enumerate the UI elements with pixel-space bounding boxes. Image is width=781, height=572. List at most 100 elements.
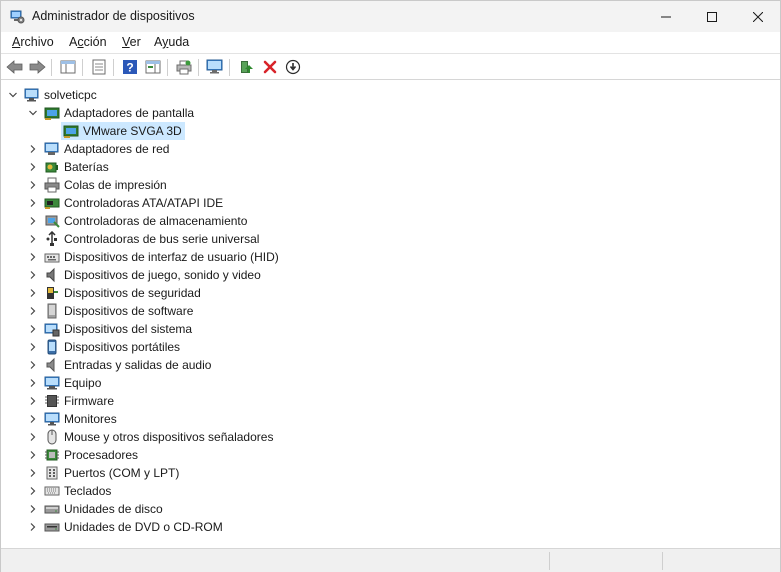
tree-device-vmware-svga-3d[interactable]: VMware SVGA 3D (45, 122, 185, 140)
forward-button[interactable] (27, 57, 47, 77)
minimize-button[interactable] (643, 1, 689, 32)
tree-category-puertos-com-y-lpt[interactable]: Puertos (COM y LPT) (28, 464, 179, 482)
tree-category-dispositivos-de-software[interactable]: Dispositivos de software (28, 302, 193, 320)
tree-category-dispositivos-de-juego-sonido-y-video[interactable]: Dispositivos de juego, sonido y video (28, 266, 261, 284)
toolbar-separator (229, 59, 230, 76)
tree-root[interactable]: solveticpc (8, 86, 97, 104)
tree-category-dispositivos-de-interfaz-de-usuario-hid[interactable]: Dispositivos de interfaz de usuario (HID… (28, 248, 279, 266)
tree-category-label: Controladoras de bus serie universal (64, 232, 260, 246)
tree-category-unidades-de-disco[interactable]: Unidades de disco (28, 500, 163, 518)
tree-category-label: Unidades de DVD o CD-ROM (64, 520, 223, 534)
update-driver-icon (241, 61, 253, 73)
chevron-right-icon[interactable] (28, 234, 38, 244)
monitor-icon (44, 411, 60, 427)
tree-category-label: Procesadores (64, 448, 139, 462)
toolbar-separator (113, 59, 114, 76)
close-button[interactable] (735, 1, 781, 32)
toolbar: ? (1, 55, 780, 80)
properties-button[interactable] (89, 57, 109, 77)
chevron-right-icon[interactable] (28, 432, 38, 442)
tree-category-teclados[interactable]: Teclados (28, 482, 111, 500)
chevron-right-icon[interactable] (28, 360, 38, 370)
tree-category-monitores[interactable]: Monitores (28, 410, 117, 428)
tree-category-unidades-de-dvd-o-cd-rom[interactable]: Unidades de DVD o CD-ROM (28, 518, 223, 536)
tree-category-label: Equipo (64, 376, 102, 390)
network-adapter-icon (44, 141, 60, 157)
storage-controller-icon (44, 213, 60, 229)
tree-category-mouse-y-otros-dispositivos-senaladores[interactable]: Mouse y otros dispositivos señaladores (28, 428, 273, 446)
chevron-down-icon[interactable] (8, 90, 18, 100)
tree-category-equipo[interactable]: Equipo (28, 374, 101, 392)
tree-category-controladoras-de-almacenamiento[interactable]: Controladoras de almacenamiento (28, 212, 247, 230)
chevron-right-icon[interactable] (28, 198, 38, 208)
tree-category-colas-de-impresion[interactable]: Colas de impresión (28, 176, 167, 194)
tree-category-baterias[interactable]: Baterías (28, 158, 109, 176)
back-arrow-icon (6, 60, 23, 74)
ide-controller-icon (44, 195, 60, 211)
tree-category-label: Dispositivos de juego, sonido y video (64, 268, 261, 282)
action-pane-button[interactable] (143, 57, 163, 77)
print-button[interactable] (174, 57, 194, 77)
system-device-icon (44, 321, 60, 337)
device-manager-window: Administrador de dispositivos Archivo Ac… (0, 0, 781, 572)
back-button[interactable] (5, 57, 25, 77)
selected-item[interactable]: VMware SVGA 3D (61, 122, 185, 140)
chevron-right-icon[interactable] (28, 324, 38, 334)
menu-archivo[interactable]: Archivo (11, 35, 55, 49)
tree-category-label: Firmware (64, 394, 114, 408)
maximize-button[interactable] (689, 1, 735, 32)
chevron-right-icon[interactable] (28, 522, 38, 532)
uninstall-device-button[interactable] (260, 57, 280, 77)
hid-icon (44, 249, 60, 265)
disable-device-icon (285, 59, 301, 75)
show-hide-console-tree-button[interactable] (58, 57, 78, 77)
chevron-right-icon[interactable] (28, 450, 38, 460)
chevron-right-icon[interactable] (28, 162, 38, 172)
tree-category-dispositivos-del-sistema[interactable]: Dispositivos del sistema (28, 320, 192, 338)
status-bar-separator (662, 552, 663, 570)
disk-drive-icon (44, 501, 60, 517)
chevron-right-icon[interactable] (28, 486, 38, 496)
toolbar-separator (51, 59, 52, 76)
disable-device-button[interactable] (283, 57, 303, 77)
chevron-right-icon[interactable] (28, 288, 38, 298)
chevron-right-icon[interactable] (28, 306, 38, 316)
tree-category-entradas-y-salidas-de-audio[interactable]: Entradas y salidas de audio (28, 356, 211, 374)
chevron-right-icon[interactable] (28, 270, 38, 280)
tree-category-dispositivos-de-seguridad[interactable]: Dispositivos de seguridad (28, 284, 201, 302)
chevron-right-icon[interactable] (28, 468, 38, 478)
processor-icon (44, 447, 60, 463)
properties-icon (92, 59, 106, 75)
chevron-right-icon[interactable] (28, 378, 38, 388)
chevron-right-icon[interactable] (28, 504, 38, 514)
device-tree[interactable]: solveticpc Adaptadores de pantalla VMwar… (2, 81, 779, 548)
chevron-right-icon[interactable] (28, 396, 38, 406)
forward-arrow-icon (29, 60, 46, 74)
tree-category-adaptadores-de-pantalla[interactable]: Adaptadores de pantalla (28, 104, 194, 122)
close-icon (753, 11, 763, 22)
chevron-right-icon[interactable] (28, 414, 38, 424)
menu-ver[interactable]: Ver (121, 35, 142, 49)
device-manager-icon (10, 9, 25, 24)
update-driver-button[interactable] (236, 57, 256, 77)
show-hide-console-tree-icon (60, 60, 76, 74)
tree-category-controladoras-ata-atapi-ide[interactable]: Controladoras ATA/ATAPI IDE (28, 194, 223, 212)
tree-category-controladoras-de-bus-serie-universal[interactable]: Controladoras de bus serie universal (28, 230, 259, 248)
chevron-right-icon[interactable] (28, 144, 38, 154)
chevron-down-icon[interactable] (28, 108, 38, 118)
title-bar[interactable]: Administrador de dispositivos (1, 1, 780, 32)
help-button[interactable]: ? (120, 57, 140, 77)
menu-ayuda[interactable]: Ayuda (153, 35, 190, 49)
tree-category-adaptadores-de-red[interactable]: Adaptadores de red (28, 140, 169, 158)
display-adapter-icon (44, 105, 60, 121)
chevron-right-icon[interactable] (28, 342, 38, 352)
tree-category-dispositivos-portatiles[interactable]: Dispositivos portátiles (28, 338, 180, 356)
menu-accion[interactable]: Acción (68, 35, 108, 49)
chevron-right-icon[interactable] (28, 252, 38, 262)
chevron-right-icon[interactable] (28, 216, 38, 226)
printer-icon (44, 177, 60, 193)
tree-category-procesadores[interactable]: Procesadores (28, 446, 138, 464)
chevron-right-icon[interactable] (28, 180, 38, 190)
tree-category-firmware[interactable]: Firmware (28, 392, 114, 410)
scan-hardware-button[interactable] (205, 57, 225, 77)
